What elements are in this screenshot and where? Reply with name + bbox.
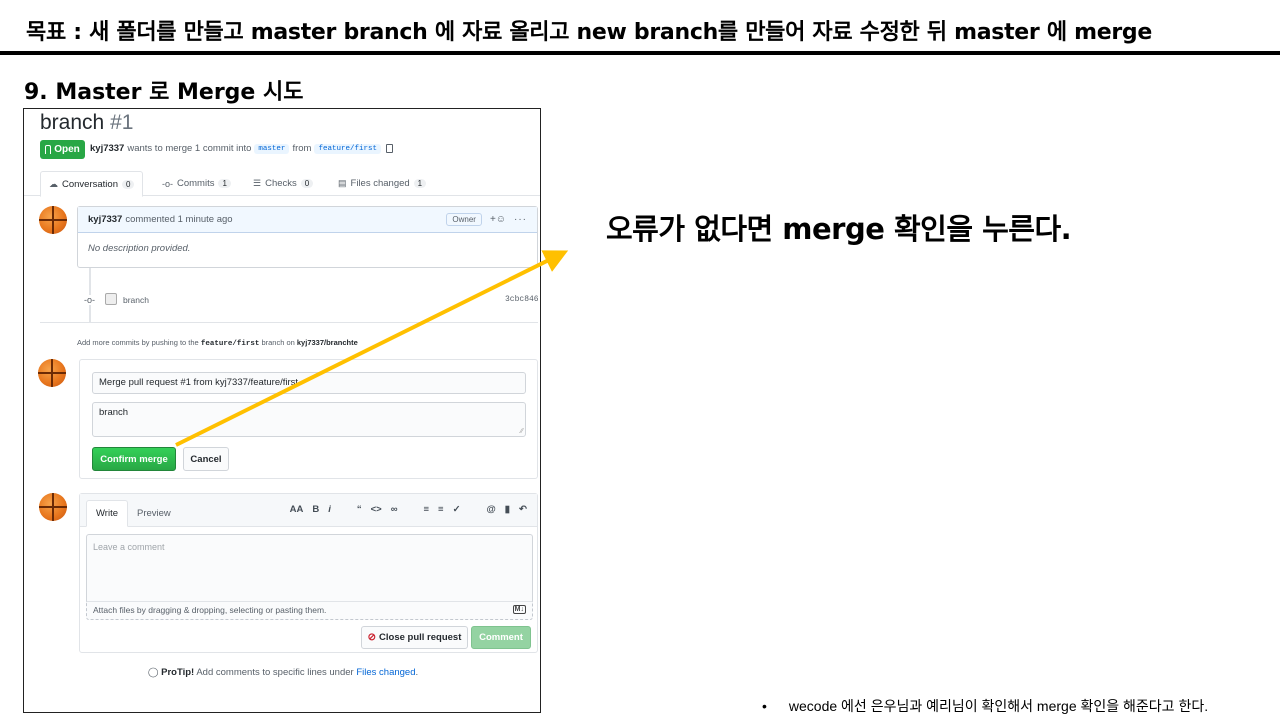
title-divider [0, 51, 1280, 55]
git-commit-icon: -o- [84, 295, 95, 305]
tab-write[interactable]: Write [86, 500, 128, 527]
merge-form: Merge pull request #1 from kyj7337/featu… [79, 359, 538, 479]
callout-text: 오류가 없다면 merge 확인을 누른다. [606, 212, 1072, 246]
footnote-text: wecode 에선 은우님과 예리님이 확인해서 merge 확인을 해준다고 … [788, 698, 1209, 714]
pr-from-text: from [292, 143, 312, 154]
tab-counter: 0 [300, 179, 314, 188]
pr-author-link[interactable]: kyj7337 [90, 143, 124, 154]
pr-title-text: branch [40, 111, 105, 134]
comment-toolbar: Write Preview AA B i “ <> ∞ ≡ ≡ ✓ @ ▮ ↶ [80, 494, 537, 527]
issue-closed-icon: ⊘ [367, 632, 377, 643]
commit-sha[interactable]: 3cbc846 [505, 295, 539, 304]
owner-badge: Owner [446, 213, 482, 226]
git-pull-request-icon [45, 145, 52, 154]
push-note-repo[interactable]: kyj7337/branchte [297, 338, 358, 347]
push-note-prefix: Add more commits by pushing to the [77, 338, 199, 347]
numbered-list-icon[interactable]: ≡ [438, 504, 444, 515]
push-note-middle: branch on [261, 338, 295, 347]
avatar[interactable] [39, 206, 67, 234]
add-reaction-icon[interactable]: +☺ [490, 214, 506, 225]
clipboard-icon[interactable] [385, 144, 393, 153]
timeline-divider [40, 322, 538, 323]
mention-icon[interactable]: @ [487, 504, 496, 515]
merge-commit-body-input[interactable]: branch ∕∕ [92, 402, 526, 437]
file-diff-icon: ▤ [338, 178, 347, 188]
kebab-menu-icon[interactable]: ··· [514, 214, 527, 225]
push-note-branch: feature/first [200, 340, 260, 348]
slide-title: 목표 : 새 폴더를 만들고 master branch 에 자료 올리고 ne… [26, 20, 1152, 45]
merge-commit-title-input[interactable]: Merge pull request #1 from kyj7337/featu… [92, 372, 526, 394]
tab-counter: 0 [121, 179, 135, 189]
comment-author[interactable]: kyj7337 [88, 214, 122, 225]
tab-conversation[interactable]: ☁ Conversation 0 [40, 171, 144, 197]
tab-preview[interactable]: Preview [128, 500, 180, 527]
checklist-icon: ☰ [253, 178, 262, 188]
avatar[interactable] [39, 493, 67, 521]
pr-title: branch #1 [40, 111, 133, 135]
comment-time: commented 1 minute ago [125, 214, 233, 225]
file-attach-area[interactable]: Attach files by dragging & dropping, sel… [86, 601, 533, 620]
code-icon[interactable]: <> [371, 504, 382, 515]
comment-body: No description provided. [88, 243, 191, 254]
close-pull-request-button[interactable]: ⊘ Close pull request [361, 626, 468, 649]
tab-commits[interactable]: -o- Commits 1 [154, 171, 239, 196]
tab-label: Conversation [62, 178, 118, 190]
tab-label: Commits [177, 178, 215, 189]
tab-checks[interactable]: ☰ Checks 0 [245, 171, 321, 196]
confirm-merge-button[interactable]: Confirm merge [92, 447, 176, 471]
comment-button[interactable]: Comment [471, 626, 531, 649]
footnote-bullet: • [762, 698, 767, 714]
new-comment-form: Write Preview AA B i “ <> ∞ ≡ ≡ ✓ @ ▮ ↶ … [79, 493, 538, 653]
protip: ◯ ProTip! Add comments to specific lines… [147, 667, 419, 678]
task-list-icon[interactable]: ✓ [453, 504, 461, 515]
tab-counter: 1 [218, 179, 231, 188]
pr-state-label: Open [54, 144, 80, 155]
markdown-icon[interactable]: M↓ [512, 605, 526, 614]
git-commit-icon: -o- [162, 178, 173, 189]
bold-icon[interactable]: B [312, 504, 319, 515]
protip-text: Add comments to specific lines under [196, 667, 354, 678]
comment-textarea[interactable]: Leave a comment [86, 534, 533, 601]
push-note: Add more commits by pushing to the featu… [77, 338, 358, 348]
merge-body-text: branch [99, 407, 129, 418]
attach-hint: Attach files by dragging & dropping, sel… [93, 605, 327, 615]
cancel-button[interactable]: Cancel [183, 447, 229, 471]
footnote: • wecode 에선 은우님과 예리님이 확인해서 merge 확인을 해준다고… [762, 696, 1208, 716]
commit-message[interactable]: branch [123, 295, 149, 305]
commit-author-avatar[interactable] [105, 293, 117, 305]
quote-icon[interactable]: “ [357, 504, 362, 515]
comment-discussion-icon: ☁ [49, 178, 58, 189]
bullet-list-icon[interactable]: ≡ [423, 504, 429, 515]
files-changed-link[interactable]: Files changed [356, 667, 415, 678]
lightbulb-icon: ◯ [147, 667, 159, 678]
pr-screenshot: branch #1 Open kyj7337 wants to merge 1 … [23, 108, 541, 713]
close-pr-label: Close pull request [379, 632, 462, 643]
pr-state-badge: Open [40, 140, 85, 159]
link-icon[interactable]: ∞ [391, 504, 398, 515]
pr-meta: kyj7337 wants to merge 1 commit into mas… [90, 143, 393, 154]
section-title: 9. Master 로 Merge 시도 [24, 80, 304, 105]
bookmark-icon[interactable]: ▮ [505, 504, 510, 515]
tab-files-changed[interactable]: ▤ Files changed 1 [330, 171, 434, 196]
head-branch-tag[interactable]: feature/first [314, 143, 381, 154]
pr-meta-text: wants to merge 1 commit into [127, 143, 252, 154]
protip-lead: ProTip! [161, 667, 195, 678]
base-branch-tag[interactable]: master [254, 143, 290, 154]
comment-header: kyj7337 commented 1 minute ago Owner +☺ … [78, 207, 537, 233]
tab-counter: 1 [413, 179, 427, 188]
format-tools: AA B i “ <> ∞ ≡ ≡ ✓ @ ▮ ↶ [290, 504, 527, 515]
italic-icon[interactable]: i [328, 504, 331, 515]
tab-label: Files changed [350, 178, 410, 189]
reply-icon[interactable]: ↶ [519, 504, 527, 515]
header-icon[interactable]: AA [290, 504, 304, 515]
pr-number: #1 [110, 111, 134, 134]
resize-handle-icon[interactable]: ∕∕ [521, 428, 523, 435]
avatar[interactable] [38, 359, 66, 387]
pr-tabs: ☁ Conversation 0 -o- Commits 1 ☰ Checks … [24, 171, 540, 197]
pr-description-comment: kyj7337 commented 1 minute ago Owner +☺ … [77, 206, 538, 268]
tab-label: Checks [265, 178, 297, 189]
